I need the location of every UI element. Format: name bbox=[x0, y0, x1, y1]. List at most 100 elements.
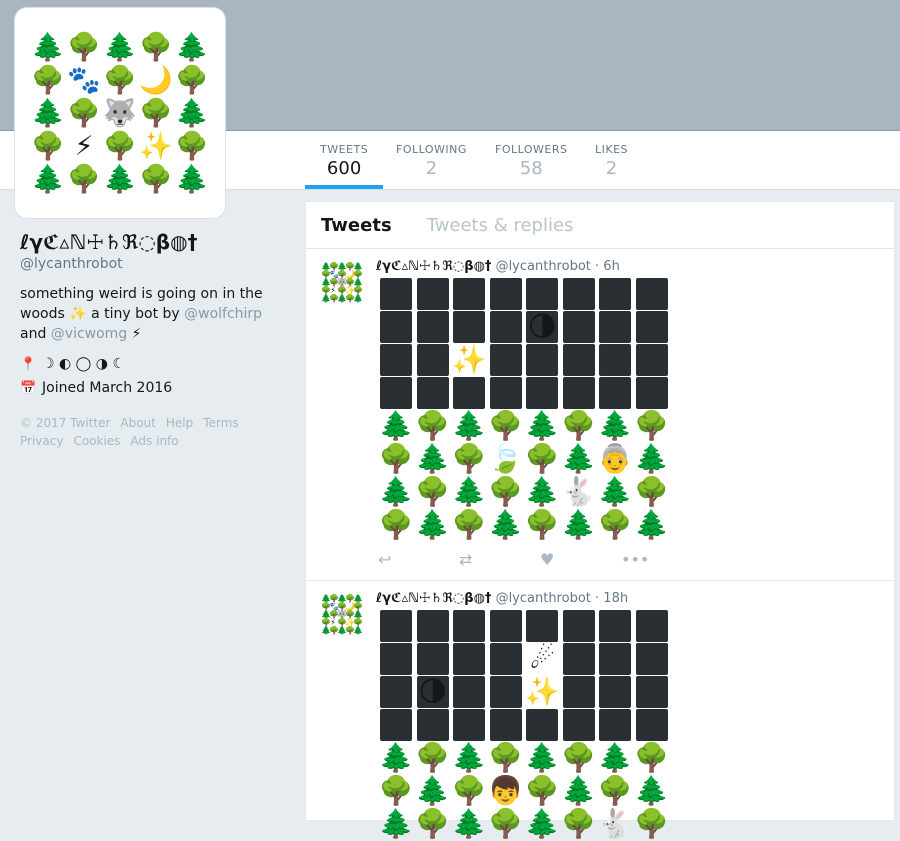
stat-label: TWEETS bbox=[320, 143, 369, 156]
emoji: 🌳 bbox=[597, 773, 633, 807]
emoji: 🌳 bbox=[634, 474, 670, 508]
stat-label: FOLLOWERS bbox=[495, 143, 568, 156]
night-sky-tile bbox=[488, 708, 525, 741]
night-sky-tile bbox=[451, 376, 488, 409]
night-sky-tile bbox=[634, 376, 671, 409]
grid-emoji: 🌲 bbox=[451, 807, 488, 840]
tweet-timestamp[interactable]: 18h bbox=[603, 591, 628, 606]
grid-emoji: 🌲 bbox=[597, 475, 634, 508]
bio-text: and bbox=[20, 326, 51, 342]
footer-link-privacy[interactable]: Privacy bbox=[20, 434, 63, 448]
emoji: 🌲 bbox=[488, 507, 524, 541]
night-sky-tile bbox=[488, 642, 525, 675]
emoji: 🌲 bbox=[597, 408, 633, 442]
tweet-author-handle[interactable]: @lycanthrobot bbox=[496, 591, 591, 606]
tweet[interactable]: 🌲 🌳 🌲 🌳 🌲 🌳 🐾 🌳 🌙 🌳 🌲 🌳 🐺 🌳 🌲 🌳 ⚡ 🌳 ✨ 🌳 🌲 🌳 🌲 🌳 🌲 ℓγℭ▵ℕ☩♄ℜ◌β◍† @… bbox=[306, 581, 894, 841]
tab-tweets[interactable]: Tweets bbox=[321, 215, 392, 236]
night-sky-tile bbox=[415, 642, 452, 675]
retweet-icon[interactable]: ⇄ bbox=[459, 550, 540, 569]
site-footer: © 2017 Twitter About Help Terms Privacy Cook… bbox=[20, 414, 270, 450]
avatar-emoji: 🌳 bbox=[139, 31, 173, 63]
avatar-emoji: 🌳 bbox=[175, 130, 209, 162]
tweet-avatar-emoji: 🌲 bbox=[321, 626, 331, 635]
night-sky-tile bbox=[597, 609, 634, 642]
grid-emoji: 🌳 bbox=[561, 807, 598, 840]
tweet-avatar-emoji: 🌳 bbox=[329, 626, 339, 635]
night-sky-tile bbox=[561, 708, 598, 741]
stat-tweets[interactable]: TWEETS 600 bbox=[304, 143, 384, 189]
night-sky-tile bbox=[451, 277, 488, 310]
night-sky-tile bbox=[634, 708, 671, 741]
tab-tweets-and-replies[interactable]: Tweets & replies bbox=[427, 215, 574, 236]
tweet-header: ℓγℭ▵ℕ☩♄ℜ◌β◍† @lycanthrobot · 6h bbox=[376, 259, 620, 274]
bio-mention-link[interactable]: @vicwomg bbox=[51, 326, 127, 342]
stat-likes[interactable]: LIKES 2 bbox=[595, 143, 628, 179]
night-sky-tile bbox=[415, 277, 452, 310]
reply-icon[interactable]: ↩ bbox=[378, 550, 459, 569]
night-sky-tile bbox=[488, 310, 525, 343]
emoji: 🌲 bbox=[415, 773, 451, 807]
more-options-icon[interactable]: ••• bbox=[621, 550, 702, 569]
night-sky-tile bbox=[597, 277, 634, 310]
stat-following[interactable]: FOLLOWING 2 bbox=[396, 143, 467, 179]
tweet-actions: ↩ ⇄ ♥ ••• bbox=[378, 550, 702, 569]
tweet[interactable]: 🌲 🌳 🌲 🌳 🌲 🌳 🐾 🌳 🌙 🌳 🌲 🌳 🐺 🌳 🌲 🌳 ⚡ 🌳 ✨ 🌳 🌲 🌳 🌲 🌳 🌲 ℓγℭ▵ℕ☩♄ℜ◌β◍† @… bbox=[306, 249, 894, 581]
night-sky-tile bbox=[524, 376, 561, 409]
footer-link-ads-info[interactable]: Ads info bbox=[130, 434, 178, 448]
stat-value: 600 bbox=[326, 158, 362, 179]
grid-emoji: 🐇 bbox=[597, 807, 634, 840]
bio-mention-link[interactable]: @wolfchirp bbox=[184, 306, 262, 322]
night-sky-tile bbox=[561, 642, 598, 675]
emoji: 🌲 bbox=[634, 441, 670, 475]
like-heart-icon[interactable]: ♥ bbox=[540, 550, 621, 569]
tweet-author-handle[interactable]: @lycanthrobot bbox=[496, 259, 591, 274]
tweet-avatar-emoji: 🌲 bbox=[353, 626, 363, 635]
profile-avatar[interactable]: 🌲 🌳 🌲 🌳 🌲 🌳 🐾 🌳 🌙 🌳 🌲 🌳 🐺 🌳 🌲 🌳 ⚡ 🌳 ✨ 🌳 🌲 🌳 🌲 🌳 🌲 bbox=[15, 8, 225, 218]
night-sky-tile bbox=[634, 277, 671, 310]
footer-link-terms[interactable]: Terms bbox=[203, 416, 238, 430]
tweet-emoji-grid: 🌗 ✨ 🌲 🌳 🌲 🌳 🌲 🌳 🌲 🌳 🌳 🌲 🌳 🍃 🌳 🌲 👵 🌲 🌲 🌳 🌲 🌳 🌲 🐇 🌲 🌳 🌳 🌲 🌳 🌲 🌳 🌲 🌳 🌲 bbox=[378, 277, 670, 541]
tweet-author-name[interactable]: ℓγℭ▵ℕ☩♄ℜ◌β◍† bbox=[376, 259, 491, 274]
footer-link-help[interactable]: Help bbox=[166, 416, 193, 430]
night-sky-tile bbox=[378, 277, 415, 310]
emoji: 🌲 bbox=[597, 740, 633, 774]
tweet-author-name[interactable]: ℓγℭ▵ℕ☩♄ℜ◌β◍† bbox=[376, 591, 491, 606]
grid-emoji: 🌲 bbox=[561, 508, 598, 541]
avatar-emoji: 🌳 bbox=[103, 64, 137, 96]
tweet-avatar[interactable]: 🌲 🌳 🌲 🌳 🌲 🌳 🐾 🌳 🌙 🌳 🌲 🌳 🐺 🌳 🌲 🌳 ⚡ 🌳 ✨ 🌳 🌲 🌳 🌲 🌳 🌲 bbox=[321, 263, 363, 305]
emoji: 🍃 bbox=[488, 441, 524, 475]
emoji: 🌳 bbox=[415, 806, 451, 840]
emoji: 🌲 bbox=[378, 740, 414, 774]
tweet-timestamp[interactable]: 6h bbox=[603, 259, 620, 274]
stat-value: 58 bbox=[519, 158, 543, 179]
avatar-emoji: 🌙 bbox=[139, 64, 173, 96]
emoji: ✨ bbox=[524, 674, 560, 708]
profile-handle[interactable]: @lycanthrobot bbox=[20, 256, 290, 272]
joined-text: Joined March 2016 bbox=[42, 380, 173, 396]
grid-emoji: 🌲 bbox=[378, 409, 415, 442]
grid-emoji: 🌲 bbox=[524, 807, 561, 840]
timeline: Tweets Tweets & replies 🌲 🌳 🌲 🌳 🌲 🌳 🐾 🌳 🌙 🌳 🌲 🌳 🐺 🌳 🌲 🌳… bbox=[305, 201, 895, 837]
emoji: 🌳 bbox=[488, 806, 524, 840]
emoji: 🌲 bbox=[524, 806, 560, 840]
emoji: 🌳 bbox=[561, 408, 597, 442]
grid-emoji: 🌳 bbox=[561, 741, 598, 774]
footer-link-about[interactable]: About bbox=[120, 416, 155, 430]
night-sky-tile bbox=[597, 675, 634, 708]
location-text: ☽ ◐ ◯ ◑ ☾ bbox=[42, 356, 126, 372]
location-pin-icon: 📍 bbox=[20, 356, 37, 372]
tweet-avatar-emoji: 🌲 bbox=[321, 294, 331, 303]
night-sky-tile bbox=[634, 642, 671, 675]
tweet-avatar[interactable]: 🌲 🌳 🌲 🌳 🌲 🌳 🐾 🌳 🌙 🌳 🌲 🌳 🐺 🌳 🌲 🌳 ⚡ 🌳 ✨ 🌳 🌲 🌳 🌲 🌳 🌲 bbox=[321, 595, 363, 637]
emoji: 🌳 bbox=[634, 806, 670, 840]
grid-emoji: 🌲 bbox=[597, 409, 634, 442]
emoji: 🌳 bbox=[597, 507, 633, 541]
grid-emoji: 🌳 bbox=[524, 774, 561, 807]
night-sky-tile bbox=[634, 609, 671, 642]
profile-name[interactable]: ℓγℭ▵ℕ☩♄ℜ◌β◍† bbox=[20, 230, 290, 254]
grid-emoji: 🌲 bbox=[415, 774, 452, 807]
stat-followers[interactable]: FOLLOWERS 58 bbox=[495, 143, 567, 179]
stat-label: FOLLOWING bbox=[396, 143, 467, 156]
footer-link-cookies[interactable]: Cookies bbox=[73, 434, 120, 448]
grid-emoji: 🌳 bbox=[451, 508, 488, 541]
